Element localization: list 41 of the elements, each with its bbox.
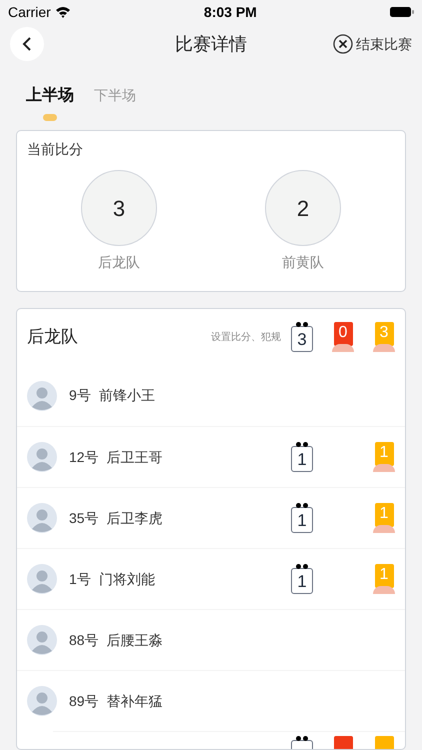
battery-icon bbox=[390, 6, 414, 18]
player-name: 后卫李虎 bbox=[106, 508, 164, 528]
player-name: 门将刘能 bbox=[98, 570, 156, 588]
team-title: 后龙队 bbox=[27, 326, 79, 348]
player-name: 替补年猛 bbox=[106, 692, 164, 710]
back-icon bbox=[22, 37, 32, 51]
player-number: 9号 bbox=[69, 386, 91, 405]
player-row[interactable]: 88号 后腰王淼 bbox=[17, 609, 405, 670]
avatar-icon bbox=[27, 625, 57, 655]
score-card-title: 当前比分 bbox=[27, 140, 83, 159]
avatar-icon bbox=[27, 380, 57, 410]
carrier-label: Carrier bbox=[8, 2, 51, 22]
player-name: 后腰王淼 bbox=[106, 630, 164, 650]
settings-hint[interactable]: 设置比分、犯规 bbox=[211, 330, 281, 344]
team-name: 后龙队 bbox=[98, 253, 140, 272]
wifi-icon bbox=[54, 6, 71, 18]
team-name: 前黄队 bbox=[282, 253, 324, 272]
player-row[interactable]: 9号 前锋小王 bbox=[17, 365, 405, 426]
status-time: 8:03 PM bbox=[204, 2, 257, 22]
half-tab[interactable]: 上半场 bbox=[26, 84, 74, 130]
player-row[interactable]: 1号 门将刘能 1 1 bbox=[17, 548, 405, 609]
player-row[interactable]: 89号 替补年猛 bbox=[17, 670, 405, 731]
player-name: 后卫王哥 bbox=[106, 448, 164, 466]
player-row[interactable]: 35号 后卫李虎 1 1 bbox=[17, 487, 405, 548]
player-number: 89号 bbox=[69, 692, 99, 710]
avatar-icon bbox=[27, 503, 57, 533]
avatar-icon bbox=[27, 686, 57, 716]
player-number: 88号 bbox=[69, 630, 99, 650]
player-name: 前锋小王 bbox=[98, 386, 156, 405]
avatar-icon bbox=[27, 564, 57, 594]
page-title: 比赛详情 bbox=[175, 32, 247, 56]
player-number: 1号 bbox=[69, 570, 91, 588]
team-score: 3 bbox=[81, 170, 157, 246]
player-number: 35号 bbox=[69, 508, 99, 528]
end-match-button[interactable]: 结束比赛 bbox=[333, 34, 412, 54]
close-icon bbox=[333, 34, 353, 54]
player-row[interactable]: 12号 后卫王哥 1 1 bbox=[17, 426, 405, 487]
player-number: 12号 bbox=[69, 448, 99, 466]
avatar-icon bbox=[27, 442, 57, 472]
back-button[interactable] bbox=[10, 27, 44, 61]
team-score: 2 bbox=[265, 170, 341, 246]
